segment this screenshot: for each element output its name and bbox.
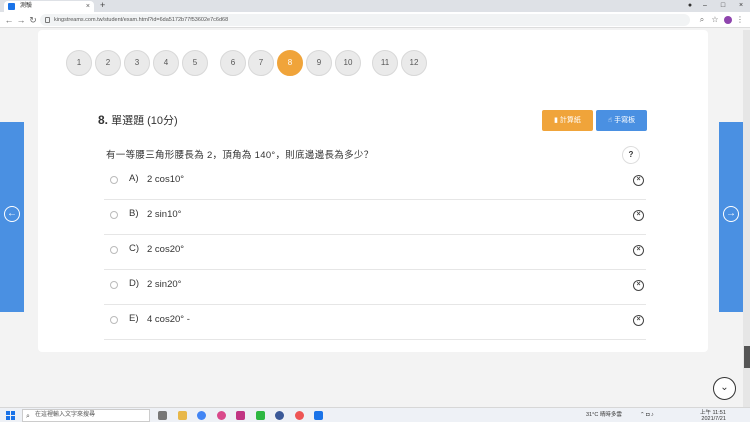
- app-icon[interactable]: [314, 411, 323, 420]
- option-letter: B): [129, 208, 139, 219]
- question-nav-item[interactable]: 2: [95, 50, 121, 76]
- panel-toggle-handle[interactable]: [744, 346, 750, 368]
- option-text: 2 sin20°: [147, 279, 182, 290]
- back-arrow-icon[interactable]: ←: [3, 14, 15, 26]
- bookmark-star-icon[interactable]: ☆: [710, 15, 720, 25]
- app-icon[interactable]: [295, 411, 304, 420]
- weather-text[interactable]: 31°C 晴時多雲: [586, 410, 622, 421]
- close-window-button[interactable]: ×: [731, 0, 750, 12]
- question-nav-item[interactable]: 6: [220, 50, 246, 76]
- reload-icon[interactable]: ↻: [27, 14, 39, 26]
- answer-option[interactable]: E) 4 cos20° - ×: [104, 305, 646, 340]
- clock[interactable]: 上午 11:51 2021/7/21: [700, 410, 726, 422]
- option-text: 4 cos20° -: [147, 314, 190, 325]
- answer-option[interactable]: D) 2 sin20° ×: [104, 270, 646, 305]
- option-letter: E): [129, 313, 139, 324]
- radio-button[interactable]: [110, 246, 118, 254]
- option-letter: D): [129, 278, 140, 289]
- minimize-button[interactable]: –: [695, 0, 715, 12]
- task-view-icon[interactable]: [158, 411, 167, 420]
- instagram-icon[interactable]: [236, 411, 245, 420]
- question-number: 8.: [98, 113, 109, 127]
- eliminate-icon[interactable]: ×: [633, 280, 644, 291]
- eliminate-icon[interactable]: ×: [633, 210, 644, 221]
- search-icon: ⌕: [26, 413, 30, 420]
- radio-button[interactable]: [110, 176, 118, 184]
- app-icon[interactable]: [275, 411, 284, 420]
- tray-icons[interactable]: ⌃ ◘ ♪: [640, 410, 654, 421]
- eliminate-icon[interactable]: ×: [633, 175, 644, 186]
- windows-taskbar: ⌕ 在這裡輸入文字來搜尋 31°C 晴時多雲 ⌃ ◘ ♪ 上午 11:51 20…: [0, 407, 750, 422]
- option-letter: C): [129, 243, 140, 254]
- question-nav-item[interactable]: 4: [153, 50, 179, 76]
- question-nav-item[interactable]: 5: [182, 50, 208, 76]
- taskbar-search-input[interactable]: ⌕ 在這裡輸入文字來搜尋: [22, 409, 150, 422]
- question-nav-item-active[interactable]: 8: [277, 50, 303, 76]
- next-question-button[interactable]: →: [719, 122, 743, 312]
- prev-question-button[interactable]: ←: [0, 122, 24, 312]
- zoom-icon[interactable]: ⌕: [697, 15, 707, 25]
- answer-option[interactable]: B) 2 sin10° ×: [104, 200, 646, 235]
- option-text: 2 cos20°: [147, 244, 185, 255]
- eliminate-icon[interactable]: ×: [633, 315, 644, 326]
- browser-tab[interactable]: 測驗 ×: [4, 1, 94, 12]
- question-nav-item[interactable]: 9: [306, 50, 332, 76]
- eliminate-icon[interactable]: ×: [633, 245, 644, 256]
- chrome-icon[interactable]: [197, 411, 206, 420]
- arrow-right-icon: →: [723, 206, 739, 222]
- profile-avatar[interactable]: [724, 16, 732, 24]
- forward-arrow-icon[interactable]: →: [15, 14, 27, 26]
- question-nav-item[interactable]: 1: [66, 50, 92, 76]
- new-tab-button[interactable]: +: [100, 0, 105, 11]
- question-nav-item[interactable]: 11: [372, 50, 398, 76]
- url-text: kingstreams.com.tw/student/exam.html?id=…: [54, 17, 229, 23]
- url-field[interactable]: kingstreams.com.tw/student/exam.html?id=…: [40, 14, 690, 26]
- radio-button[interactable]: [110, 281, 118, 289]
- address-bar: ← → ↻ kingstreams.com.tw/student/exam.ht…: [0, 12, 750, 28]
- lock-icon: [45, 17, 50, 23]
- help-button[interactable]: ?: [622, 146, 640, 164]
- question-header: 8. 單選題 (10分): [98, 112, 178, 128]
- windows-start-icon[interactable]: [6, 411, 15, 420]
- answer-option[interactable]: C) 2 cos20° ×: [104, 235, 646, 270]
- question-type: 單選題 (10分): [111, 115, 178, 127]
- option-text: 2 sin10°: [147, 209, 182, 220]
- question-nav-item[interactable]: 12: [401, 50, 427, 76]
- radio-button[interactable]: [110, 211, 118, 219]
- line-icon[interactable]: [256, 411, 265, 420]
- browser-tabbar: 測驗 × + ● – □ ×: [0, 0, 750, 12]
- right-edge-panel: [743, 30, 750, 407]
- menu-dots-icon[interactable]: ⋮: [735, 15, 745, 25]
- answer-option[interactable]: A) 2 cos10° ×: [104, 165, 646, 200]
- radio-button[interactable]: [110, 316, 118, 324]
- tab-close-icon[interactable]: ×: [86, 1, 90, 12]
- handwriting-button[interactable]: ☝ 手寫板: [596, 110, 647, 131]
- option-text: 2 cos10°: [147, 174, 185, 185]
- question-nav-item[interactable]: 3: [124, 50, 150, 76]
- tab-title: 測驗: [20, 3, 33, 9]
- search-placeholder: 在這裡輸入文字來搜尋: [35, 412, 96, 418]
- question-text: 有一等腰三角形腰長為 2，頂角為 140°，則底邊邊長為多少？: [106, 150, 374, 161]
- arrow-left-icon: ←: [4, 206, 20, 222]
- scratch-paper-button[interactable]: ▮ 計算紙: [542, 110, 593, 131]
- question-nav-item[interactable]: 7: [248, 50, 274, 76]
- app-icon[interactable]: [217, 411, 226, 420]
- tab-favicon-icon: [8, 3, 15, 10]
- maximize-button[interactable]: □: [713, 0, 733, 12]
- question-nav-item[interactable]: 10: [335, 50, 361, 76]
- file-explorer-icon[interactable]: [178, 411, 187, 420]
- chevron-down-icon[interactable]: ⌄: [713, 377, 736, 400]
- option-letter: A): [129, 173, 139, 184]
